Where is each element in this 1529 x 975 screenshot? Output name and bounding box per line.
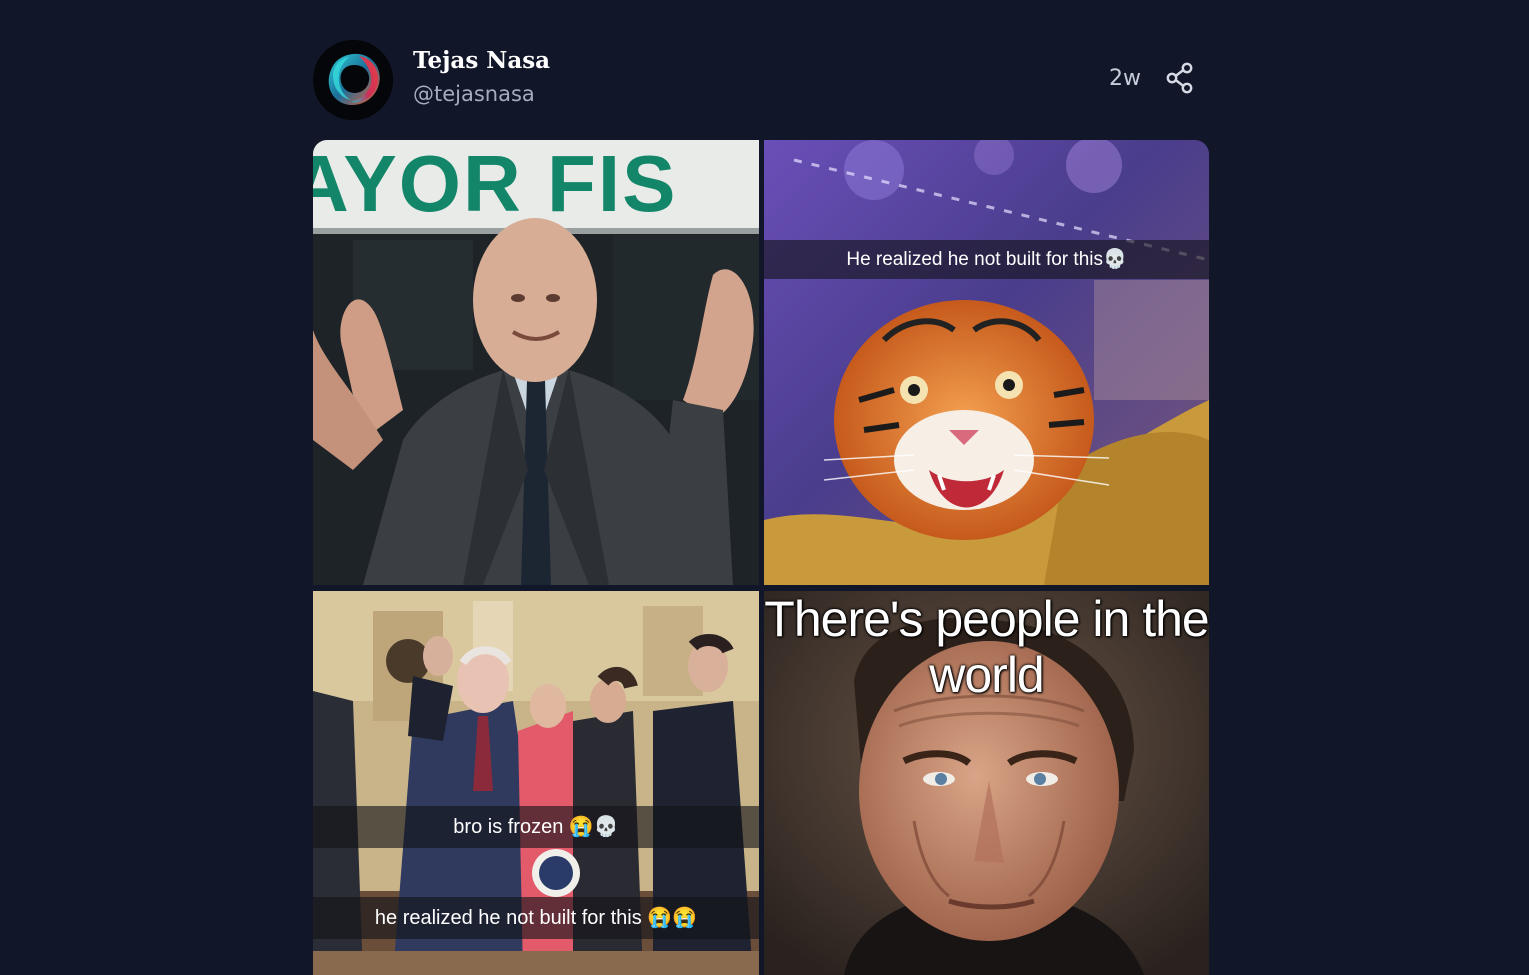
post-age: 2w [1109,65,1141,91]
image-senator-frozen[interactable]: bro is frozen 😭💀 he realized he not buil… [313,591,759,975]
image-tiger[interactable]: He realized he not built for this💀 [764,140,1209,585]
post-card: Tejas Nasa @tejasnasa 2w AYOR FIS He rea… [313,40,1209,975]
post-meta: 2w [1109,62,1195,94]
banner-text: AYOR FIS [313,140,678,228]
image-headline: There's people in the world [764,591,1209,703]
author-handle[interactable]: @tejasnasa [413,79,550,109]
abstract-ring-avatar-icon [313,40,393,120]
image-caption: He realized he not built for this💀 [764,240,1209,279]
image-dafoe[interactable]: There's people in the world [764,591,1209,975]
image-grid: AYOR FIS He realized he not built for th… [313,140,1209,975]
share-button[interactable] [1165,62,1195,94]
image-caption-bottom: he realized he not built for this 😭😭 [313,897,759,939]
image-caption-top: bro is frozen 😭💀 [313,806,759,848]
author-display-name[interactable]: Tejas Nasa [413,46,550,76]
startled-tiger-icon [764,140,1209,585]
share-icon [1166,62,1193,94]
author-names: Tejas Nasa @tejasnasa [413,46,550,109]
image-mayor-fisk[interactable]: AYOR FIS [313,140,759,585]
avatar[interactable] [313,40,393,120]
post-header: Tejas Nasa @tejasnasa 2w [313,40,1209,120]
